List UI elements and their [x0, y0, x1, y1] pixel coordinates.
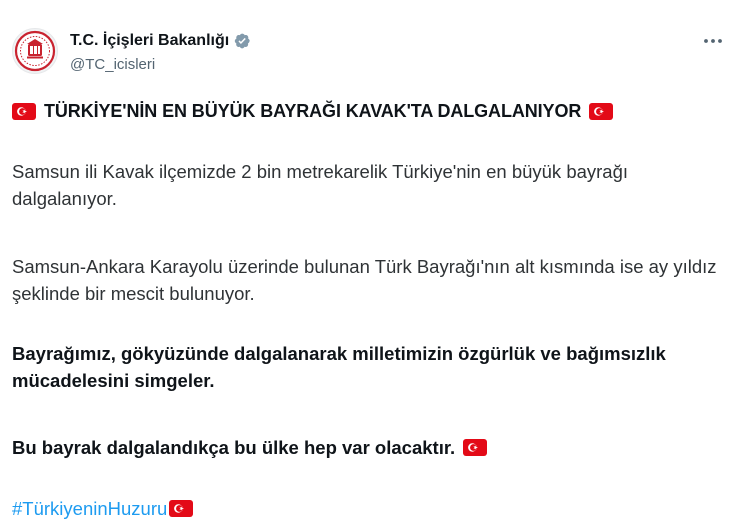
turkish-flag-icon: [463, 439, 488, 456]
headline-text: TÜRKİYE'NİN EN BÜYÜK BAYRAĞI KAVAK'TA DA…: [44, 101, 582, 121]
turkish-flag-icon: [169, 500, 194, 517]
turkish-flag-icon: [12, 103, 36, 120]
paragraph-4: Bu bayrak dalgalandıkça bu ülke hep var …: [12, 434, 738, 461]
paragraph-4-text: Bu bayrak dalgalandıkça bu ülke hep var …: [12, 437, 456, 458]
hashtag-row: #TürkiyeninHuzuru: [12, 495, 194, 522]
paragraph-3: Bayrağımız, gökyüzünde dalgalanarak mill…: [12, 343, 666, 391]
tweet-headline: TÜRKİYE'NİN EN BÜYÜK BAYRAĞI KAVAK'TA DA…: [12, 98, 738, 125]
tweet-header: T.C. İçişleri Bakanlığı @TC_icisleri: [12, 28, 738, 78]
tweet-card: T.C. İçişleri Bakanlığı @TC_icisleri TÜR…: [0, 0, 750, 530]
account-names: T.C. İçişleri Bakanlığı @TC_icisleri: [70, 30, 251, 73]
display-name[interactable]: T.C. İçişleri Bakanlığı: [70, 32, 229, 50]
hashtag-link[interactable]: #TürkiyeninHuzuru: [12, 495, 167, 522]
verified-badge-icon: [233, 32, 251, 50]
more-options-button[interactable]: [700, 30, 726, 52]
ministry-emblem-icon: [14, 30, 56, 72]
more-options-icon: [704, 39, 722, 43]
paragraph-2: Samsun-Ankara Karayolu üzerinde bulunan …: [12, 256, 717, 304]
account-handle[interactable]: @TC_icisleri: [70, 56, 251, 73]
tweet-body: TÜRKİYE'NİN EN BÜYÜK BAYRAĞI KAVAK'TA DA…: [12, 98, 738, 519]
display-name-row: T.C. İçişleri Bakanlığı: [70, 30, 251, 52]
avatar[interactable]: [12, 28, 58, 74]
paragraph-1: Samsun ili Kavak ilçemizde 2 bin metreka…: [12, 161, 629, 209]
turkish-flag-icon: [589, 103, 614, 120]
